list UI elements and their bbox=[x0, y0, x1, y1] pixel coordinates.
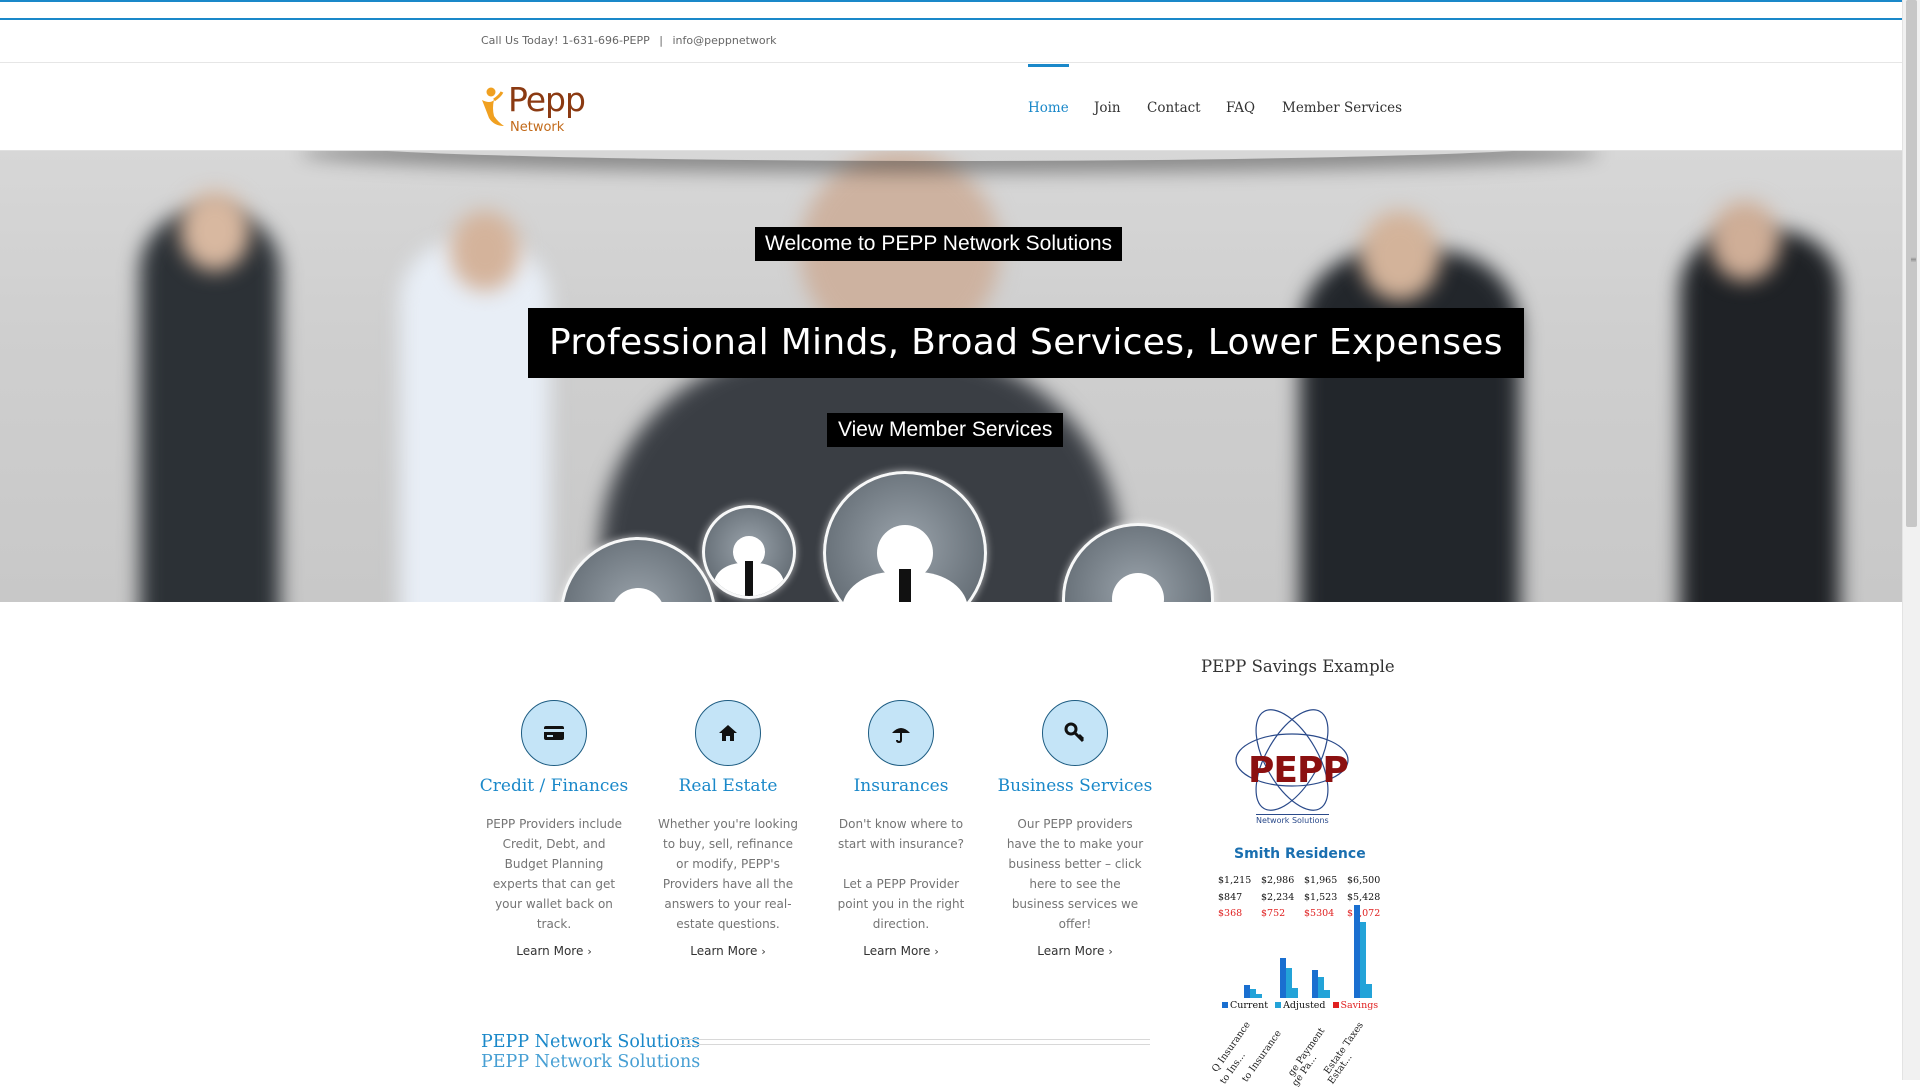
nav-member-services[interactable]: Member Services bbox=[1282, 64, 1402, 150]
contact-bar: Call Us Today! 1-631-696-PEPP | info@pep… bbox=[481, 34, 777, 47]
sidebar-title: PEPP Savings Example bbox=[1201, 657, 1395, 676]
savings-example-image[interactable]: PEPP Network Solutions Smith Residence $… bbox=[1200, 700, 1390, 1088]
service-desc: Our PEPP providers have the to make your… bbox=[1006, 817, 1144, 931]
learn-more-link[interactable]: Learn More › bbox=[474, 944, 634, 958]
service-insurances: Insurances Don't know where to start wit… bbox=[821, 700, 981, 958]
savings-residence: Smith Residence bbox=[1234, 846, 1366, 862]
bg-head bbox=[180, 191, 250, 271]
logo-sub: Network bbox=[510, 120, 565, 135]
service-business: Business Services Our PEPP providers hav… bbox=[995, 700, 1155, 958]
learn-more-link[interactable]: Learn More › bbox=[821, 944, 981, 958]
logo-name: Pepp bbox=[508, 80, 586, 119]
savings-bars bbox=[1244, 905, 1372, 998]
chevron-right-icon: › bbox=[1108, 945, 1113, 958]
learn-more-link[interactable]: Learn More › bbox=[648, 944, 808, 958]
bar bbox=[1360, 922, 1366, 998]
nav-faq[interactable]: FAQ bbox=[1226, 64, 1255, 150]
bg-person bbox=[1680, 231, 1840, 602]
service-desc: Don't know where to start with insurance… bbox=[829, 814, 974, 934]
bar bbox=[1312, 970, 1318, 998]
bg-head bbox=[1710, 201, 1780, 281]
nav-contact[interactable]: Contact bbox=[1147, 64, 1201, 150]
service-desc-line: Let a PEPP Provider point you in the rig… bbox=[837, 877, 965, 931]
divider bbox=[0, 62, 1902, 63]
nav-home[interactable]: Home bbox=[1028, 64, 1069, 153]
header-shadow bbox=[300, 151, 1600, 161]
service-title[interactable]: Business Services bbox=[995, 776, 1155, 796]
nav-join[interactable]: Join bbox=[1094, 64, 1121, 150]
credit-card-icon[interactable] bbox=[521, 700, 587, 766]
scrollbar-thumb[interactable]: ≡ bbox=[1906, 0, 1917, 527]
chevron-right-icon: › bbox=[587, 945, 592, 958]
section-heading-echo: PEPP Network Solutions bbox=[481, 1052, 701, 1072]
savings-brand-sub: Network Solutions bbox=[1256, 814, 1329, 825]
bar bbox=[1366, 984, 1372, 998]
view-member-services-button[interactable]: View Member Services bbox=[827, 413, 1064, 447]
top-accent-line bbox=[0, 0, 1902, 2]
bg-head bbox=[450, 211, 520, 291]
chevron-right-icon: › bbox=[934, 945, 939, 958]
avatar-circle-icon bbox=[702, 505, 796, 599]
bar bbox=[1280, 958, 1286, 998]
logo-figure-icon bbox=[482, 87, 504, 126]
hero-slider: Welcome to PEPP Network Solutions Profes… bbox=[0, 151, 1902, 602]
savings-categories: Q Insurance to Ins... to Insurance ge Pa… bbox=[1200, 1020, 1400, 1088]
hero-welcome-caption: Welcome to PEPP Network Solutions bbox=[755, 227, 1123, 261]
key-icon[interactable] bbox=[1042, 700, 1108, 766]
bar bbox=[1324, 990, 1330, 998]
service-title[interactable]: Insurances bbox=[821, 776, 981, 796]
home-icon[interactable] bbox=[695, 700, 761, 766]
top-accent-line-2 bbox=[0, 18, 1902, 20]
service-desc: PEPP Providers include Credit, Debt, and… bbox=[485, 817, 623, 931]
bar bbox=[1256, 994, 1262, 998]
site-logo[interactable]: Pepp Network bbox=[480, 80, 600, 138]
umbrella-icon[interactable] bbox=[868, 700, 934, 766]
page-scrollbar[interactable]: ≡ bbox=[1902, 0, 1920, 1080]
learn-more-link[interactable]: Learn More › bbox=[995, 944, 1155, 958]
chevron-right-icon: › bbox=[761, 945, 766, 958]
section-heading: PEPP Network Solutions bbox=[481, 1032, 701, 1052]
bar bbox=[1318, 977, 1324, 998]
section-divider bbox=[678, 1039, 1150, 1040]
service-desc-line: Don't know where to start with insurance… bbox=[837, 817, 965, 851]
grip-icon: ≡ bbox=[1910, 255, 1917, 264]
bg-person bbox=[400, 241, 550, 602]
service-desc: Whether you're looking to buy, sell, ref… bbox=[657, 817, 799, 931]
phone-text: Call Us Today! 1-631-696-PEPP bbox=[481, 34, 650, 47]
bar bbox=[1244, 985, 1250, 998]
bg-head bbox=[1360, 211, 1440, 301]
bar bbox=[1292, 988, 1298, 998]
bar bbox=[1354, 905, 1360, 998]
separator: | bbox=[659, 34, 663, 47]
hero-headline: Professional Minds, Broad Services, Lowe… bbox=[528, 308, 1524, 378]
email-link[interactable]: info@peppnetwork bbox=[673, 34, 777, 47]
bg-person bbox=[1300, 251, 1520, 602]
savings-brand: PEPP bbox=[1248, 750, 1349, 791]
bar bbox=[1286, 968, 1292, 998]
service-credit-finances: Credit / Finances PEPP Providers include… bbox=[474, 700, 634, 958]
service-title[interactable]: Credit / Finances bbox=[474, 776, 634, 796]
section-divider bbox=[678, 1044, 1150, 1045]
savings-legend: Current Adjusted Savings bbox=[1222, 1000, 1378, 1011]
bar bbox=[1250, 989, 1256, 998]
service-real-estate: Real Estate Whether you're looking to bu… bbox=[648, 700, 808, 958]
savings-row-current: $1,215 $2,986 $1,965 $6,500 bbox=[1218, 875, 1381, 886]
service-title[interactable]: Real Estate bbox=[648, 776, 808, 796]
